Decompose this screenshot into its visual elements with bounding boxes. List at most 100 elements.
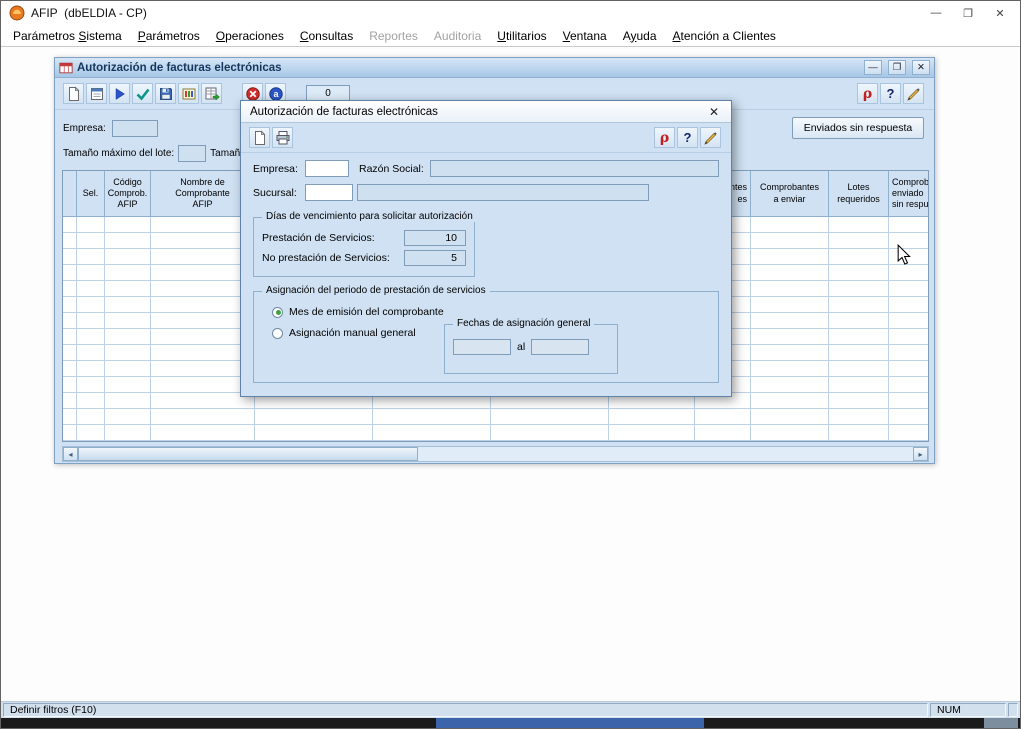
print-button[interactable] (272, 127, 293, 148)
run-button[interactable] (109, 83, 130, 104)
window-title: AFIP (dbELDIA - CP) (31, 6, 147, 20)
table-cell (751, 393, 829, 409)
column-header-1: Sel. (77, 171, 105, 217)
table-cell (829, 313, 889, 329)
radio-mes-emision[interactable]: Mes de emisión del comprobante (272, 306, 710, 318)
help-button[interactable]: ? (880, 83, 901, 104)
menu-item-utilitarios[interactable]: Utilitarios (489, 26, 554, 46)
new-button[interactable] (63, 83, 84, 104)
tamano-maximo-label: Tamaño máximo del lote: (63, 148, 174, 159)
menu-item-atencion-a-clientes[interactable]: Atención a Clientes (665, 26, 784, 46)
sucursal-field[interactable] (305, 184, 353, 201)
export-icon (204, 86, 220, 102)
radio-label-asignacion-manual: Asignación manual general (289, 327, 416, 339)
prestacion-dias-field[interactable] (404, 230, 466, 246)
table-cell (829, 265, 889, 281)
sign-button[interactable] (700, 127, 721, 148)
enviados-sin-respuesta-button[interactable]: Enviados sin respuesta (792, 117, 924, 139)
table-cell (829, 217, 889, 233)
menu-item-consultas[interactable]: Consultas (292, 26, 361, 46)
table-cell (829, 409, 889, 425)
dialog-empresa-field[interactable] (305, 160, 349, 177)
close-button[interactable]: ✕ (984, 2, 1016, 24)
menu-bar: Parámetros SistemaParámetrosOperacionesC… (1, 25, 1020, 47)
table-cell (63, 409, 77, 425)
scroll-left-arrow[interactable] (63, 447, 78, 461)
table-cell (63, 361, 77, 377)
razon-social-field (430, 160, 719, 177)
menu-item-parametros-sistema[interactable]: Parámetros Sistema (5, 26, 130, 46)
table-cell (105, 329, 151, 345)
table-cell (751, 361, 829, 377)
table-cell (77, 217, 105, 233)
main-titlebar: AFIP (dbELDIA - CP) — ❐ ✕ (1, 1, 1020, 25)
menu-item-ventana[interactable]: Ventana (555, 26, 615, 46)
table-cell (889, 217, 929, 233)
table-cell (889, 409, 929, 425)
taskbar-tray (984, 718, 1018, 728)
table-cell (63, 393, 77, 409)
table-cell (63, 217, 77, 233)
table-cell (77, 313, 105, 329)
table-cell (63, 329, 77, 345)
table-cell (829, 377, 889, 393)
table-row[interactable] (63, 425, 929, 441)
radio-button-asignacion-manual[interactable] (272, 328, 283, 339)
table-cell (829, 361, 889, 377)
table-cell (63, 265, 77, 281)
dialog-empresa-label: Empresa: (253, 163, 305, 175)
child-titlebar: Autorización de facturas electrónicas — … (55, 58, 934, 78)
help-button[interactable]: ? (677, 127, 698, 148)
sign-button[interactable] (903, 83, 924, 104)
table-cell (889, 297, 929, 313)
exit-button[interactable]: ρ (857, 83, 878, 104)
table-cell (829, 425, 889, 441)
empresa-label: Empresa: (63, 123, 106, 134)
table-cell (77, 345, 105, 361)
table-cell (151, 409, 255, 425)
exit-button[interactable]: ρ (654, 127, 675, 148)
child-maximize-button[interactable]: ❐ (888, 60, 906, 75)
scroll-thumb[interactable] (78, 447, 418, 461)
exit-icon: ρ (657, 130, 673, 146)
save-icon (158, 86, 174, 102)
vencimiento-group: Días de vencimiento para solicitar autor… (253, 217, 475, 277)
table-cell (105, 345, 151, 361)
application-window: AFIP (dbELDIA - CP) — ❐ ✕ Parámetros Sis… (0, 0, 1021, 729)
table-cell (373, 409, 491, 425)
child-minimize-button[interactable]: — (864, 60, 882, 75)
table-cell (63, 281, 77, 297)
export-button[interactable] (201, 83, 222, 104)
help-icon: ? (883, 86, 899, 102)
column-header-10: Lotesrequeridos (829, 171, 889, 217)
new-button[interactable] (249, 127, 270, 148)
no-prestacion-dias-field[interactable] (404, 250, 466, 266)
table-row[interactable] (63, 409, 929, 425)
minimize-button[interactable]: — (920, 2, 952, 24)
table-cell (695, 409, 751, 425)
child-close-button[interactable]: ✕ (912, 60, 930, 75)
maximize-button[interactable]: ❐ (952, 2, 984, 24)
status-bar: Definir filtros (F10) NUM (1, 701, 1020, 718)
prestacion-row: Prestación de Servicios: (262, 230, 466, 246)
table-cell (77, 233, 105, 249)
fechas-row: al (453, 339, 609, 355)
table-cell (889, 361, 929, 377)
scroll-right-arrow[interactable] (913, 447, 928, 461)
ledger-button[interactable] (178, 83, 199, 104)
menu-item-operaciones[interactable]: Operaciones (208, 26, 292, 46)
confirm-icon (135, 86, 151, 102)
table-cell (751, 377, 829, 393)
dialog-toolbar: ρ? (241, 123, 731, 153)
menu-item-parametros[interactable]: Parámetros (130, 26, 208, 46)
confirm-button[interactable] (132, 83, 153, 104)
vencimiento-group-title: Días de vencimiento para solicitar autor… (262, 211, 477, 222)
properties-button[interactable] (86, 83, 107, 104)
radio-button-mes-emision[interactable] (272, 307, 283, 318)
table-cell (751, 249, 829, 265)
dialog-close-button[interactable]: ✕ (703, 103, 725, 121)
table-cell (105, 377, 151, 393)
properties-icon (89, 86, 105, 102)
menu-item-ayuda[interactable]: Ayuda (615, 26, 665, 46)
save-button[interactable] (155, 83, 176, 104)
